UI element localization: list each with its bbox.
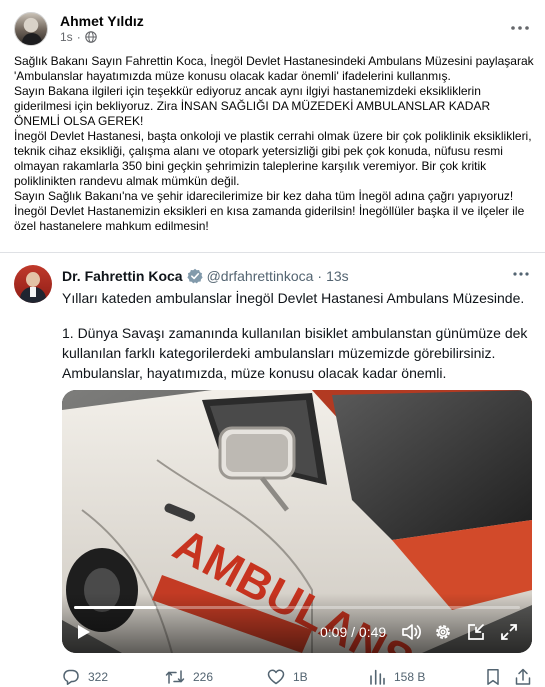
post-meta: 1s · bbox=[60, 30, 97, 44]
post-paragraph: Sağlık Bakanı Sayın Fahrettin Koca, İneg… bbox=[14, 54, 534, 83]
post-paragraph: İnegöl Devlet Hastanesi, başta onkoloji … bbox=[14, 129, 532, 188]
tweet-more-button[interactable] bbox=[511, 266, 531, 282]
retweet-button[interactable]: 226 bbox=[165, 667, 213, 687]
reply-icon bbox=[63, 669, 79, 685]
heart-icon bbox=[267, 669, 285, 685]
bookmark-button[interactable] bbox=[485, 667, 501, 687]
more-dots-icon bbox=[513, 272, 529, 276]
author-avatar[interactable] bbox=[14, 12, 48, 46]
share-icon bbox=[515, 668, 531, 685]
globe-icon bbox=[84, 31, 97, 43]
volume-button[interactable] bbox=[402, 622, 422, 642]
tweet-action-bar: 322 226 1B 158 B bbox=[62, 667, 532, 687]
video-time: 0:09 / 0:49 bbox=[320, 624, 386, 640]
picture-in-picture-button[interactable] bbox=[466, 622, 486, 642]
view-count: 158 B bbox=[394, 670, 426, 684]
tweet-separator: · bbox=[317, 268, 323, 284]
share-button[interactable] bbox=[514, 667, 532, 687]
meta-separator: · bbox=[76, 30, 81, 44]
bookmark-icon bbox=[487, 669, 499, 685]
reply-button[interactable]: 322 bbox=[62, 667, 108, 687]
retweet-icon bbox=[165, 670, 185, 684]
video-controls-shade bbox=[62, 593, 532, 653]
embedded-tweet[interactable]: Dr. Fahrettin Koca @drfahrettinkoca · 13… bbox=[0, 252, 545, 687]
views-button[interactable]: 158 B bbox=[368, 667, 425, 687]
expand-icon bbox=[501, 624, 517, 640]
author-name[interactable]: Ahmet Yıldız bbox=[60, 13, 144, 29]
settings-button[interactable] bbox=[433, 622, 453, 642]
tweet-text-first-line: Yılları kateden ambulanslar İnegöl Devle… bbox=[62, 290, 525, 306]
video-progress-bar[interactable] bbox=[74, 606, 520, 609]
tweet-author-avatar[interactable] bbox=[14, 265, 52, 303]
facebook-post: Ahmet Yıldız 1s · Sağlık Bakanı Sayın Fa… bbox=[0, 0, 545, 687]
volume-icon bbox=[402, 624, 421, 640]
tweet-text-body: 1. Dünya Savaşı zamanında kullanılan bis… bbox=[62, 325, 528, 381]
post-header: Ahmet Yıldız 1s · bbox=[14, 12, 534, 46]
post-time[interactable]: 1s bbox=[60, 30, 73, 44]
tweet-video[interactable]: AMBULANS 0:09 / 0:49 bbox=[62, 390, 532, 653]
post-options-button[interactable] bbox=[508, 16, 532, 40]
more-dots-icon bbox=[511, 26, 529, 30]
video-progress-fill bbox=[74, 606, 157, 609]
reply-count: 322 bbox=[88, 670, 109, 684]
post-paragraph: Sayın Bakana ilgileri için teşekkür ediy… bbox=[14, 84, 491, 128]
gear-icon bbox=[436, 625, 450, 639]
post-text: Sağlık Bakanı Sayın Fahrettin Koca, İneg… bbox=[14, 54, 534, 234]
video-time-separator: / bbox=[347, 624, 359, 640]
tweet-handle[interactable]: @drfahrettinkoca bbox=[207, 268, 314, 284]
retweet-count: 226 bbox=[193, 670, 214, 684]
video-duration: 0:49 bbox=[358, 624, 387, 640]
tweet-author-name[interactable]: Dr. Fahrettin Koca bbox=[62, 268, 183, 284]
like-button[interactable]: 1B bbox=[267, 667, 308, 687]
fullscreen-button[interactable] bbox=[499, 622, 519, 642]
play-button[interactable] bbox=[74, 622, 94, 642]
video-current-time: 0:09 bbox=[320, 624, 348, 640]
picture-in-picture-icon bbox=[468, 624, 484, 640]
tweet-time[interactable]: 13s bbox=[326, 268, 349, 284]
play-icon bbox=[78, 625, 90, 639]
views-chart-icon bbox=[370, 669, 385, 685]
post-paragraph: Sayın Sağlık Bakanı'na ve şehir idarecil… bbox=[14, 189, 525, 233]
like-count: 1B bbox=[293, 670, 308, 684]
tweet-header: Dr. Fahrettin Koca @drfahrettinkoca · 13… bbox=[62, 266, 349, 286]
verified-badge-icon bbox=[186, 268, 203, 284]
